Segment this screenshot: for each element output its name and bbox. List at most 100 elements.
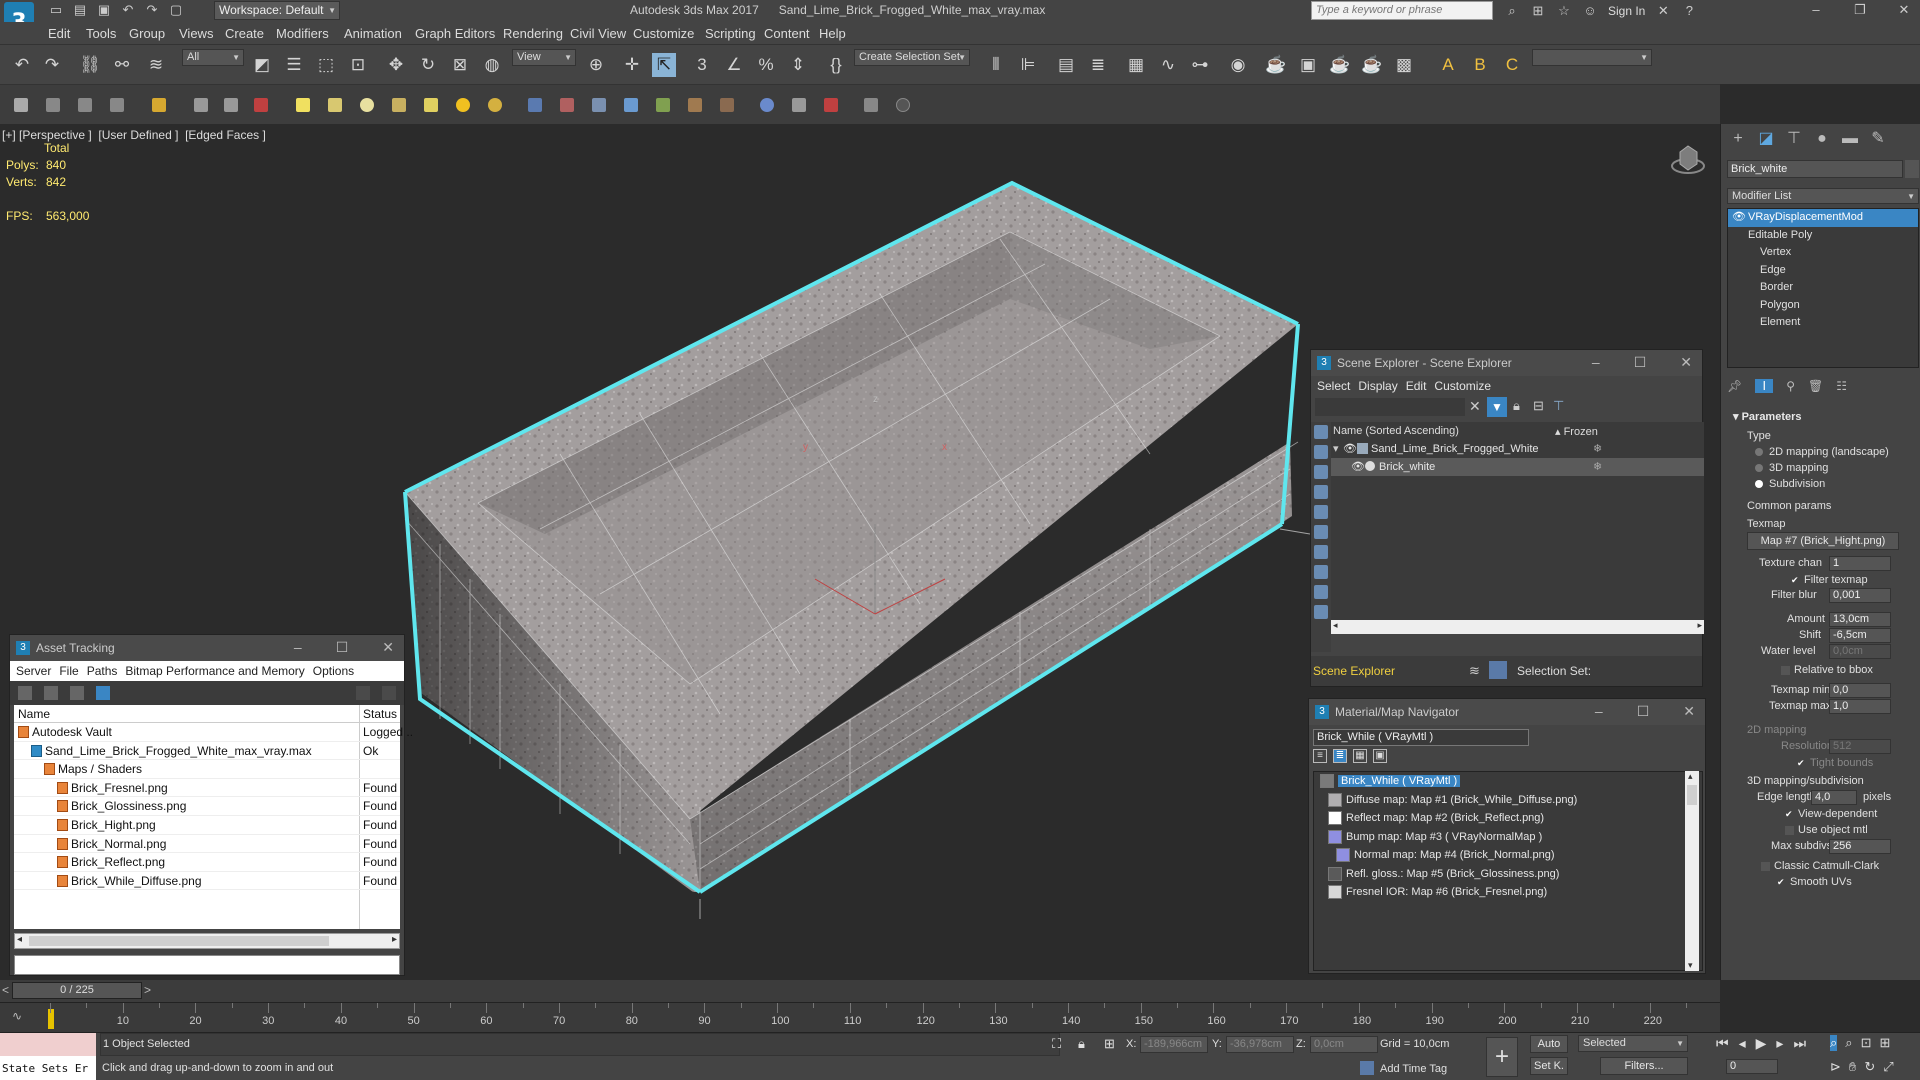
vray-toolbar-icon[interactable]: [110, 98, 124, 112]
display-cameras-icon[interactable]: [1314, 485, 1328, 499]
scroll-right-icon[interactable]: ▸: [392, 934, 397, 945]
cart-icon[interactable]: ⊞: [1530, 3, 1546, 19]
menu-rendering[interactable]: Rendering: [503, 26, 563, 41]
key-filters-button[interactable]: Filters...: [1600, 1057, 1688, 1075]
vray-vfb-icon[interactable]: [760, 98, 774, 112]
material-navigator-titlebar[interactable]: 3 Material/Map Navigator – ☐ ✕: [1309, 699, 1705, 725]
sign-in-link[interactable]: Sign In: [1608, 4, 1645, 18]
scroll-thumb[interactable]: [29, 936, 329, 946]
vray-ambient-icon[interactable]: [456, 98, 470, 112]
view-list-icon[interactable]: ≡: [1313, 749, 1327, 763]
pin-stack-icon[interactable]: 📌︎: [1727, 379, 1742, 393]
menu-paths[interactable]: Paths: [87, 664, 118, 678]
modifier-stack-item[interactable]: Edge: [1728, 262, 1918, 280]
map-row[interactable]: Fresnel IOR: Map #6 (Brick_Fresnel.png): [1314, 883, 1702, 902]
help-icon[interactable]: ?: [1681, 3, 1697, 19]
window-crossing-icon[interactable]: ⊡: [346, 53, 370, 77]
close-icon[interactable]: ✕: [1683, 703, 1695, 720]
freeze-snowflake-icon[interactable]: ❄: [1593, 460, 1602, 473]
vray-toolbar-icon[interactable]: [152, 98, 166, 112]
go-to-start-icon[interactable]: ⏮: [1716, 1035, 1729, 1052]
scene-explorer-toggle-icon[interactable]: ▤: [1054, 53, 1078, 77]
asset-row[interactable]: Brick_Reflect.png Found: [14, 853, 400, 872]
scene-row-group[interactable]: ▾ 👁︎ Sand_Lime_Brick_Frogged_White ❄: [1331, 440, 1704, 458]
menu-customize[interactable]: Customize: [633, 26, 694, 41]
next-frame-icon[interactable]: >: [144, 983, 151, 997]
texmap-min-spinner[interactable]: 0,0: [1829, 683, 1891, 698]
modifier-stack-item[interactable]: Element: [1728, 314, 1918, 332]
vray-sphere-icon[interactable]: [624, 98, 638, 112]
map-row[interactable]: Refl. gloss.: Map #5 (Brick_Glossiness.p…: [1314, 865, 1702, 884]
display-containers-icon[interactable]: [1314, 605, 1328, 619]
visibility-eye-icon[interactable]: 👁︎: [1343, 442, 1357, 455]
selection-lock-icon[interactable]: 🔒︎: [1078, 1036, 1085, 1052]
prev-frame-icon[interactable]: <: [2, 983, 9, 997]
asset-row[interactable]: Autodesk Vault Logged ...: [14, 723, 413, 742]
time-slider[interactable]: < 0 / 225 >: [0, 980, 1720, 1002]
vray-fur-icon[interactable]: [560, 98, 574, 112]
menu-server[interactable]: Server: [16, 664, 51, 678]
create-tab-icon[interactable]: +: [1729, 130, 1747, 148]
vray-toolbar-icon[interactable]: [864, 98, 878, 112]
visibility-eye-icon[interactable]: 👁︎: [1351, 460, 1365, 473]
display-helpers-icon[interactable]: [1314, 505, 1328, 519]
vray-dome-icon[interactable]: [328, 98, 342, 112]
unlink-icon[interactable]: ⚯: [110, 53, 134, 77]
classic-catmull-clark-checkbox[interactable]: Classic Catmull-Clark: [1761, 860, 1879, 872]
menu-edit[interactable]: Edit: [48, 26, 70, 41]
minimize-icon[interactable]: –: [1592, 354, 1600, 371]
map-row[interactable]: Reflect map: Map #2 (Brick_Reflect.png): [1314, 809, 1702, 828]
edge-length-spinner[interactable]: 4,0: [1811, 790, 1857, 805]
menu-display[interactable]: Display: [1358, 379, 1397, 393]
minimize-icon[interactable]: –: [294, 639, 302, 656]
view-list-icons-icon[interactable]: ≣: [1333, 749, 1347, 763]
display-tab-icon[interactable]: ▬: [1841, 130, 1859, 148]
filter-texmap-checkbox[interactable]: ✔ Filter texmap: [1791, 574, 1868, 586]
lock-icon[interactable]: 🔒︎: [1513, 398, 1520, 414]
asset-row[interactable]: Brick_Glossiness.png Found: [14, 797, 400, 816]
map-row[interactable]: Diffuse map: Map #1 (Brick_While_Diffuse…: [1314, 791, 1702, 810]
workspace-dropdown[interactable]: Workspace: Default: [214, 1, 340, 20]
snaps-toggle-icon[interactable]: 3: [690, 53, 714, 77]
menu-views[interactable]: Views: [179, 26, 213, 41]
display-geometry-icon[interactable]: [1314, 425, 1328, 439]
spinner-snap-icon[interactable]: ⇕: [786, 53, 810, 77]
menu-content[interactable]: Content: [764, 26, 810, 41]
vray-toolbar-icon[interactable]: [46, 98, 60, 112]
display-xrefs-icon[interactable]: [1314, 565, 1328, 579]
column-status-header[interactable]: Status: [363, 707, 413, 721]
zoom-extents-icon[interactable]: ⊡: [1861, 1035, 1872, 1051]
percent-snap-icon[interactable]: %: [754, 53, 778, 77]
exchange-apps-icon[interactable]: ✕: [1655, 3, 1671, 19]
vray-b-icon[interactable]: B: [1468, 53, 1492, 77]
key-marker[interactable]: [48, 1009, 54, 1029]
mirror-icon[interactable]: ⫴: [984, 53, 1008, 77]
asset-row[interactable]: Brick_Normal.png Found: [14, 835, 400, 854]
menu-customize[interactable]: Customize: [1434, 379, 1491, 393]
scroll-down-icon[interactable]: ▾: [1688, 960, 1693, 971]
maximize-icon[interactable]: ☐: [336, 639, 349, 656]
menu-create[interactable]: Create: [225, 26, 264, 41]
vray-plane-icon[interactable]: [592, 98, 606, 112]
select-manipulate-icon[interactable]: ✛: [620, 53, 644, 77]
add-time-tag[interactable]: Add Time Tag: [1380, 1063, 1447, 1075]
find-field[interactable]: [1315, 398, 1465, 416]
minimize-icon[interactable]: –: [1808, 2, 1824, 18]
scroll-thumb[interactable]: [1687, 785, 1697, 805]
display-groups-icon[interactable]: [1314, 545, 1328, 559]
display-shapes-icon[interactable]: [1314, 445, 1328, 459]
view-dependent-checkbox[interactable]: ✔ View-dependent: [1785, 808, 1877, 820]
asset-row[interactable]: Maps / Shaders: [14, 760, 400, 779]
freeze-snowflake-icon[interactable]: ❄: [1593, 442, 1602, 455]
time-tag-icon[interactable]: [1360, 1061, 1374, 1075]
track-bar[interactable]: ∿ 10 20 30 40 50 60 70 80 90 100 110 120 130 140 150 16…: [0, 1002, 1720, 1032]
menu-select[interactable]: Select: [1317, 379, 1350, 393]
vray-proxy-icon[interactable]: [528, 98, 542, 112]
type-subdivision-radio[interactable]: Subdivision: [1755, 478, 1825, 490]
close-icon[interactable]: ✕: [382, 639, 394, 656]
modifier-stack-item[interactable]: Editable Poly: [1728, 227, 1918, 245]
type-3d-radio[interactable]: 3D mapping: [1755, 462, 1828, 474]
orbit-icon[interactable]: ↻: [1864, 1059, 1875, 1075]
project-folder-icon[interactable]: ▢: [168, 2, 184, 18]
zoom-all-icon[interactable]: ⌕: [1845, 1035, 1852, 1051]
